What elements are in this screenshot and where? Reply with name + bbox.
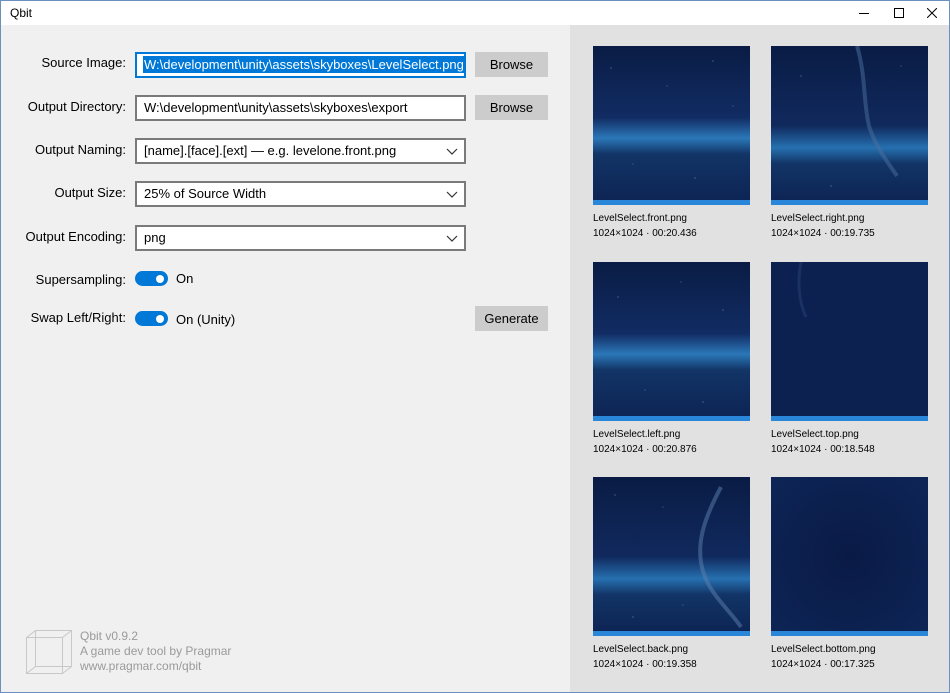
preview-name: LevelSelect.front.png	[593, 213, 687, 224]
preview-meta: 1024×1024 · 00:18.548	[771, 444, 875, 455]
preview-meta: 1024×1024 · 00:19.358	[593, 659, 697, 670]
app-version: Qbit v0.9.2	[80, 629, 139, 643]
swap-left-right-label: Swap Left/Right:	[30, 310, 126, 325]
output-encoding-select[interactable]: png	[135, 225, 466, 251]
settings-panel: Source Image: W:\development\unity\asset…	[1, 25, 570, 692]
cube-logo-icon	[26, 630, 72, 674]
output-size-select[interactable]: 25% of Source Width	[135, 181, 466, 207]
output-encoding-value: png	[144, 230, 166, 245]
swap-left-right-toggle[interactable]	[135, 311, 168, 326]
preview-name: LevelSelect.top.png	[771, 429, 859, 440]
preview-image-back	[593, 477, 750, 636]
output-naming-label: Output Naming:	[34, 142, 126, 157]
source-image-value: W:\development\unity\assets\skyboxes\Lev…	[143, 56, 465, 73]
close-button[interactable]	[915, 1, 949, 25]
window-title: Qbit	[10, 6, 33, 20]
output-size-value: 25% of Source Width	[144, 186, 267, 201]
preview-image-front	[593, 46, 750, 205]
output-directory-label: Output Directory:	[27, 99, 126, 114]
source-image-input[interactable]: W:\development\unity\assets\skyboxes\Lev…	[135, 52, 466, 78]
supersampling-label: Supersampling:	[35, 272, 126, 287]
preview-image-left	[593, 262, 750, 421]
toggle-knob	[156, 314, 164, 323]
preview-meta: 1024×1024 · 00:20.876	[593, 444, 697, 455]
chevron-down-icon	[446, 235, 458, 242]
app-url: www.pragmar.com/qbit	[80, 659, 202, 673]
maximize-icon	[894, 8, 904, 18]
preview-name: LevelSelect.right.png	[771, 213, 865, 224]
output-size-label: Output Size:	[54, 185, 126, 200]
output-naming-value: [name].[face].[ext] — e.g. levelone.fron…	[144, 143, 397, 158]
preview-image-right	[771, 46, 928, 205]
preview-name: LevelSelect.left.png	[593, 429, 681, 440]
preview-meta: 1024×1024 · 00:20.436	[593, 228, 697, 239]
preview-meta: 1024×1024 · 00:17.325	[771, 659, 875, 670]
preview-image-bottom	[771, 477, 928, 636]
preview-name: LevelSelect.back.png	[593, 644, 689, 655]
output-encoding-label: Output Encoding:	[25, 229, 126, 244]
app-tagline: A game dev tool by Pragmar	[80, 644, 232, 658]
generate-button[interactable]: Generate	[475, 306, 548, 331]
output-directory-input[interactable]: W:\development\unity\assets\skyboxes\exp…	[135, 95, 466, 121]
title-bar: Qbit	[1, 1, 949, 25]
preview-panel: LevelSelect.front.png 1024×1024 · 00:20.…	[570, 25, 949, 692]
supersampling-state: On	[176, 271, 194, 286]
chevron-down-icon	[446, 191, 458, 198]
about-text: Qbit v0.9.2 A game dev tool by Pragmar w…	[80, 629, 280, 674]
preview-image-top	[771, 262, 928, 421]
minimize-icon	[859, 13, 869, 14]
output-directory-value: W:\development\unity\assets\skyboxes\exp…	[144, 100, 408, 115]
preview-meta: 1024×1024 · 00:19.735	[771, 228, 875, 239]
swap-left-right-state: On (Unity)	[176, 312, 236, 327]
supersampling-toggle[interactable]	[135, 271, 168, 286]
source-browse-button[interactable]: Browse	[475, 52, 548, 77]
preview-name: LevelSelect.bottom.png	[771, 644, 876, 655]
source-image-label: Source Image:	[41, 55, 126, 70]
minimize-button[interactable]	[847, 1, 881, 25]
chevron-down-icon	[446, 148, 458, 155]
toggle-knob	[156, 274, 164, 283]
app-window: Qbit Source Image: W:\development\unity\…	[0, 0, 950, 693]
maximize-button[interactable]	[882, 1, 916, 25]
output-browse-button[interactable]: Browse	[475, 95, 548, 120]
output-naming-select[interactable]: [name].[face].[ext] — e.g. levelone.fron…	[135, 138, 466, 164]
close-icon	[927, 8, 937, 18]
